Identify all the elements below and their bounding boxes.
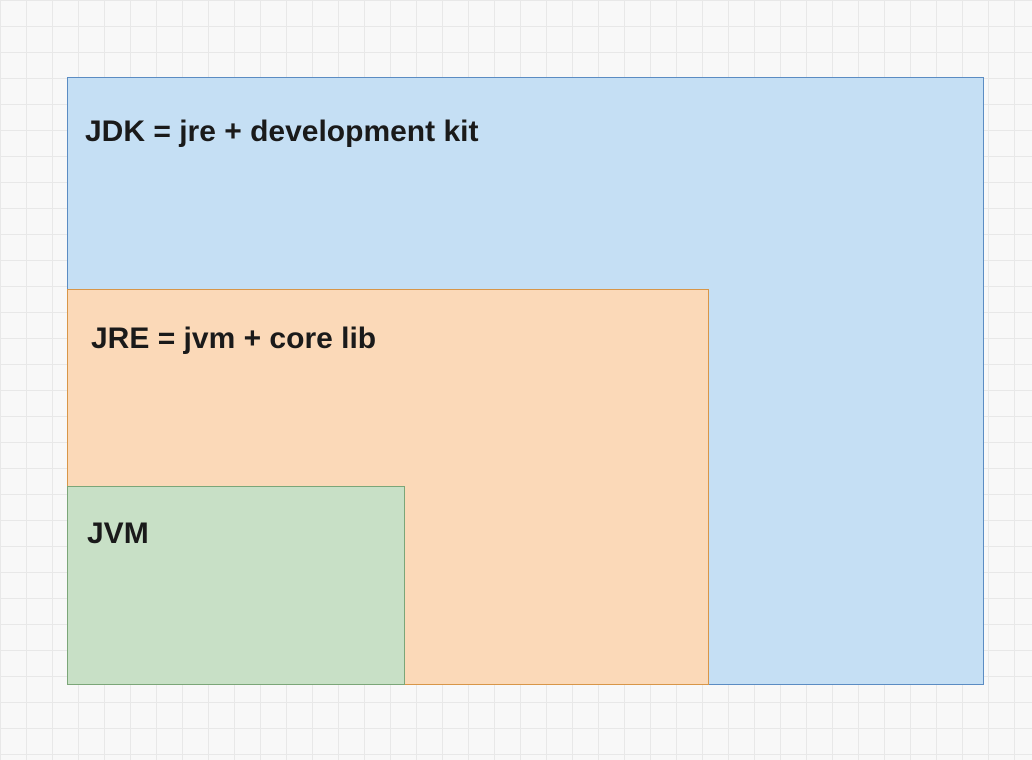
jvm-label: JVM: [87, 517, 149, 551]
jvm-box: [67, 486, 405, 685]
jre-label: JRE = jvm + core lib: [91, 322, 376, 356]
jdk-label: JDK = jre + development kit: [85, 115, 478, 149]
java-architecture-diagram: JDK = jre + development kit JRE = jvm + …: [67, 77, 984, 685]
